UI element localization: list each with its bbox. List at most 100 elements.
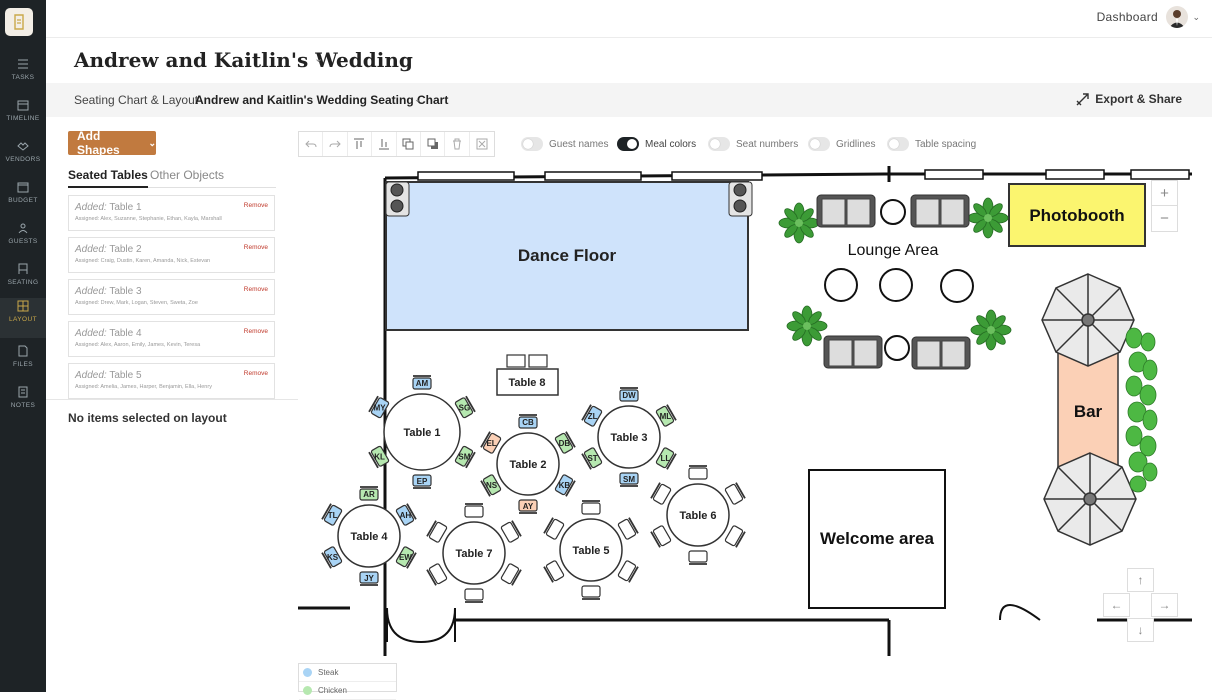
- sidebar-item-guests[interactable]: GUESTS: [0, 220, 46, 260]
- toggle-switch[interactable]: [708, 137, 730, 151]
- undo-button[interactable]: [299, 132, 324, 156]
- bring-forward-button[interactable]: [397, 132, 421, 156]
- seat[interactable]: [617, 560, 639, 583]
- plant[interactable]: [970, 309, 1012, 351]
- redo-button[interactable]: [323, 132, 348, 156]
- lounge-table[interactable]: [940, 269, 974, 303]
- ottoman[interactable]: [884, 335, 910, 361]
- table-card[interactable]: Added: Table 2 Remove Assigned: Craig, D…: [68, 237, 275, 273]
- umbrella[interactable]: [1041, 273, 1135, 367]
- toggle-gridlines[interactable]: Gridlines: [808, 137, 875, 151]
- toggle-seat-numbers[interactable]: Seat numbers: [708, 137, 798, 151]
- tab-seated-tables[interactable]: Seated Tables: [68, 168, 148, 188]
- toggle-switch[interactable]: [887, 137, 909, 151]
- pan-left-button[interactable]: ←: [1103, 593, 1130, 617]
- toggle-guest-names[interactable]: Guest names: [521, 137, 608, 151]
- seat[interactable]: [688, 465, 708, 480]
- table-card[interactable]: Added: Table 4 Remove Assigned: Alex, Aa…: [68, 321, 275, 357]
- pan-up-button[interactable]: ↑: [1127, 568, 1154, 592]
- chevron-down-icon[interactable]: ⌄: [314, 52, 323, 65]
- speaker[interactable]: [728, 181, 753, 217]
- table-3[interactable]: Table 3: [597, 405, 661, 469]
- chevron-down-icon[interactable]: ⌄: [1192, 12, 1200, 23]
- seat[interactable]: [650, 525, 672, 548]
- toggle-meal-colors[interactable]: Meal colors: [617, 137, 696, 151]
- table-card[interactable]: Added: Table 1 Remove Assigned: Alex, Su…: [68, 195, 275, 231]
- table-7[interactable]: Table 7: [442, 521, 506, 585]
- chart-selector[interactable]: Andrew and Kaitlin's Wedding Seating Cha…: [195, 93, 448, 107]
- plant[interactable]: [967, 197, 1009, 239]
- toggle-table-spacing[interactable]: Table spacing: [887, 137, 976, 151]
- table-card[interactable]: Added: Table 3 Remove Assigned: Drew, Ma…: [68, 279, 275, 315]
- hedge[interactable]: [1125, 327, 1158, 493]
- lounge-table[interactable]: [824, 268, 858, 302]
- plant[interactable]: [786, 305, 828, 347]
- table-4[interactable]: Table 4: [337, 504, 401, 568]
- pan-right-button[interactable]: →: [1151, 593, 1178, 617]
- align-top-button[interactable]: [348, 132, 373, 156]
- send-backward-button[interactable]: [421, 132, 446, 156]
- sofa[interactable]: [911, 336, 971, 370]
- seat[interactable]: [581, 585, 601, 600]
- seat[interactable]: [426, 563, 448, 586]
- plant[interactable]: [778, 202, 820, 244]
- seat[interactable]: [724, 482, 746, 505]
- seat[interactable]: [543, 517, 565, 540]
- export-share-button[interactable]: Export & Share: [1076, 92, 1182, 106]
- table-1[interactable]: Table 1: [383, 393, 461, 471]
- add-shapes-button[interactable]: Add Shapes ⌄: [68, 129, 156, 157]
- sidebar-item-tasks[interactable]: TASKS: [0, 56, 46, 96]
- seat[interactable]: [688, 550, 708, 565]
- seat[interactable]: [617, 517, 639, 540]
- remove-button[interactable]: Remove: [244, 370, 268, 377]
- page-title[interactable]: Andrew and Kaitlin's Wedding: [74, 48, 413, 72]
- table-card[interactable]: Added: Table 5 Remove Assigned: Amelia, …: [68, 363, 275, 399]
- sidebar-item-timeline[interactable]: TIMELINE: [0, 97, 46, 137]
- remove-button[interactable]: Remove: [244, 202, 268, 209]
- toggle-switch[interactable]: [521, 137, 543, 151]
- table-5[interactable]: Table 5: [559, 518, 623, 582]
- sidebar-item-budget[interactable]: BUDGET: [0, 179, 46, 219]
- app-logo[interactable]: [5, 8, 33, 36]
- remove-button[interactable]: Remove: [244, 328, 268, 335]
- ottoman[interactable]: [880, 199, 906, 225]
- table-6[interactable]: Table 6: [666, 483, 730, 547]
- sofa[interactable]: [816, 194, 876, 228]
- sidebar-item-vendors[interactable]: VENDORS: [0, 138, 46, 178]
- avatar[interactable]: [1166, 6, 1188, 28]
- fit-button[interactable]: [470, 132, 494, 156]
- seat[interactable]: [500, 520, 522, 543]
- seat[interactable]: [724, 525, 746, 548]
- sidebar-item-layout[interactable]: LAYOUT: [0, 298, 46, 338]
- dashboard-link[interactable]: Dashboard: [1097, 10, 1158, 24]
- toggle-switch[interactable]: [617, 137, 639, 151]
- chevron-down-icon[interactable]: ⌄: [414, 94, 422, 105]
- floorplan-svg[interactable]: Dance Floor Photobooth Lounge Area Bar W…: [298, 163, 1192, 656]
- zoom-in-button[interactable]: +: [1152, 181, 1177, 206]
- table-2[interactable]: Table 2: [496, 432, 560, 496]
- lounge-table[interactable]: [879, 268, 913, 302]
- tab-other-objects[interactable]: Other Objects: [150, 168, 224, 182]
- seat[interactable]: [464, 588, 484, 603]
- pan-down-button[interactable]: ↓: [1127, 618, 1154, 642]
- sidebar-item-seating[interactable]: SEATING: [0, 261, 46, 301]
- seat[interactable]: [464, 503, 484, 518]
- align-bottom-button[interactable]: [372, 132, 397, 156]
- sidebar-item-files[interactable]: FILES: [0, 343, 46, 383]
- zoom-out-button[interactable]: −: [1152, 206, 1177, 231]
- sofa[interactable]: [910, 194, 970, 228]
- seat[interactable]: [500, 563, 522, 586]
- sofa[interactable]: [823, 335, 883, 369]
- seat[interactable]: [426, 520, 448, 543]
- delete-button[interactable]: [445, 132, 470, 156]
- speaker[interactable]: [385, 181, 410, 217]
- toggle-switch[interactable]: [808, 137, 830, 151]
- floorplan-canvas[interactable]: Dance Floor Photobooth Lounge Area Bar W…: [298, 163, 1192, 656]
- sidebar-item-notes[interactable]: NOTES: [0, 384, 46, 424]
- remove-button[interactable]: Remove: [244, 244, 268, 251]
- seat[interactable]: [543, 560, 565, 583]
- remove-button[interactable]: Remove: [244, 286, 268, 293]
- umbrella[interactable]: [1043, 452, 1137, 546]
- seat[interactable]: [581, 500, 601, 515]
- seat[interactable]: [650, 482, 672, 505]
